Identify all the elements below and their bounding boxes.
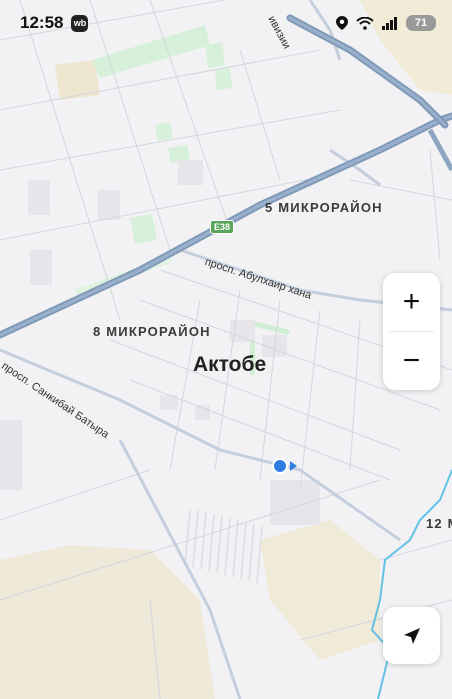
road-shield-e38: E38 [210,220,235,234]
district-label-8: 8 МИКРОРАЙОН [93,324,211,339]
status-bar: 12:58 wb 71 [0,0,452,46]
user-location-marker [272,458,288,474]
zoom-controls: + − [383,273,440,390]
signal-icon [382,16,397,30]
district-label-5: 5 МИКРОРАЙОН [265,200,383,215]
battery-icon: 71 [406,15,436,31]
wifi-icon [356,16,374,30]
city-label: Актобе [193,353,267,376]
my-location-button[interactable] [383,607,440,664]
app-badge-icon: wb [71,14,89,32]
zoom-in-button[interactable]: + [383,273,440,331]
district-label-12: 12 М [426,516,452,531]
location-icon [336,16,348,30]
navigation-arrow-icon [403,627,420,644]
zoom-out-button[interactable]: − [383,332,440,390]
status-time: 12:58 [20,13,64,32]
